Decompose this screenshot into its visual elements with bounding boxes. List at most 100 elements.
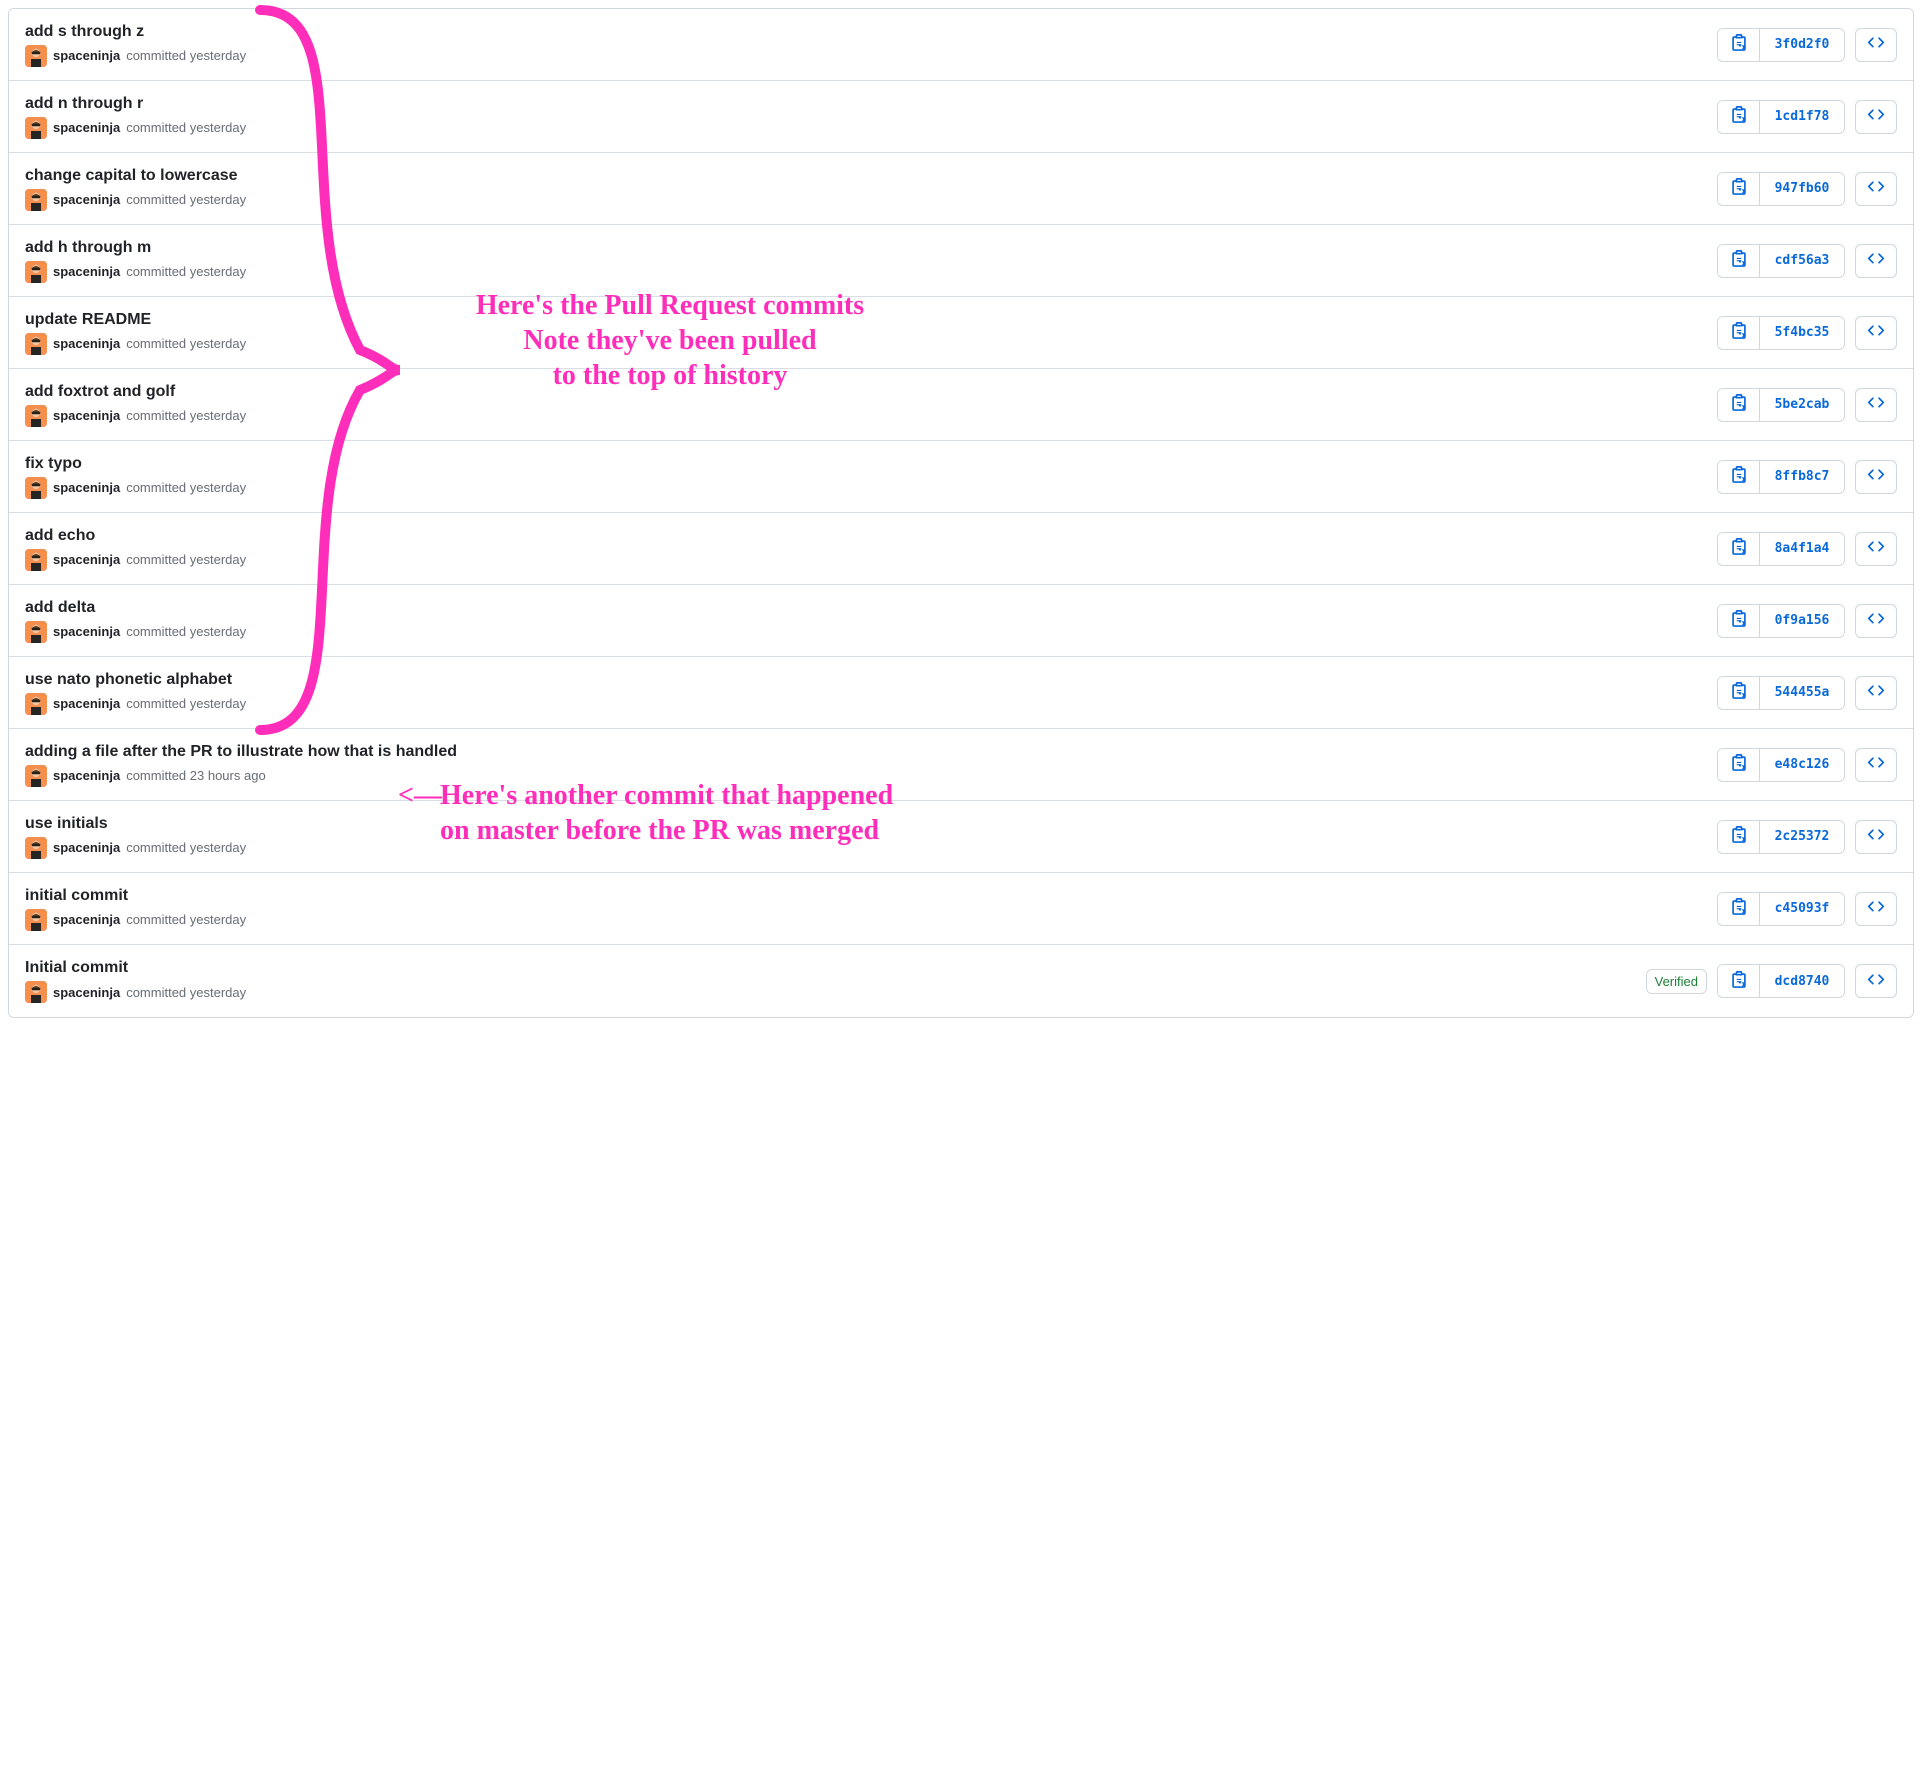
browse-repo-button[interactable] <box>1855 604 1897 638</box>
author-link[interactable]: spaceninja <box>53 912 120 927</box>
commit-title-link[interactable]: change capital to lowercase <box>25 167 1717 185</box>
copy-sha-button[interactable] <box>1718 245 1760 277</box>
commit-sha-link[interactable]: e48c126 <box>1760 749 1844 781</box>
author-link[interactable]: spaceninja <box>53 408 120 423</box>
copy-sha-button[interactable] <box>1718 965 1760 997</box>
commit-title-link[interactable]: add h through m <box>25 239 1717 257</box>
commit-title-link[interactable]: update README <box>25 311 1717 329</box>
commit-sha-link[interactable]: dcd8740 <box>1760 965 1844 997</box>
author-avatar[interactable] <box>25 261 47 283</box>
sha-group: 947fb60 <box>1717 172 1845 206</box>
author-link[interactable]: spaceninja <box>53 985 120 1000</box>
author-avatar[interactable] <box>25 837 47 859</box>
author-link[interactable]: spaceninja <box>53 120 120 135</box>
commit-meta: spaceninjacommitted 23 hours ago <box>25 765 1717 787</box>
author-link[interactable]: spaceninja <box>53 336 120 351</box>
commit-timestamp: committed yesterday <box>126 408 246 423</box>
author-link[interactable]: spaceninja <box>53 264 120 279</box>
copy-sha-button[interactable] <box>1718 821 1760 853</box>
author-link[interactable]: spaceninja <box>53 192 120 207</box>
copy-sha-button[interactable] <box>1718 677 1760 709</box>
commit-title-link[interactable]: initial commit <box>25 887 1717 905</box>
author-link[interactable]: spaceninja <box>53 696 120 711</box>
commit-sha-link[interactable]: 544455a <box>1760 677 1844 709</box>
commit-sha-link[interactable]: c45093f <box>1760 893 1844 925</box>
code-icon <box>1867 971 1885 992</box>
author-avatar[interactable] <box>25 621 47 643</box>
commit-sha-link[interactable]: 1cd1f78 <box>1760 101 1844 133</box>
browse-repo-button[interactable] <box>1855 100 1897 134</box>
commit-info: fix typo spaceninjacommitted yesterday <box>25 455 1717 499</box>
author-avatar[interactable] <box>25 45 47 67</box>
commit-info: add n through r spaceninjacommitted yest… <box>25 95 1717 139</box>
browse-repo-button[interactable] <box>1855 964 1897 998</box>
copy-sha-button[interactable] <box>1718 317 1760 349</box>
verified-badge[interactable]: Verified <box>1646 969 1707 994</box>
commit-sha-link[interactable]: cdf56a3 <box>1760 245 1844 277</box>
browse-repo-button[interactable] <box>1855 244 1897 278</box>
author-avatar[interactable] <box>25 189 47 211</box>
copy-sha-button[interactable] <box>1718 389 1760 421</box>
author-link[interactable]: spaceninja <box>53 840 120 855</box>
author-avatar[interactable] <box>25 981 47 1003</box>
commit-sha-link[interactable]: 2c25372 <box>1760 821 1844 853</box>
browse-repo-button[interactable] <box>1855 172 1897 206</box>
author-link[interactable]: spaceninja <box>53 768 120 783</box>
commit-title-link[interactable]: Initial commit <box>25 959 1646 977</box>
copy-sha-button[interactable] <box>1718 893 1760 925</box>
commit-sha-link[interactable]: 8ffb8c7 <box>1760 461 1844 493</box>
commit-title-link[interactable]: fix typo <box>25 455 1717 473</box>
copy-sha-button[interactable] <box>1718 461 1760 493</box>
browse-repo-button[interactable] <box>1855 28 1897 62</box>
commit-sha-link[interactable]: 0f9a156 <box>1760 605 1844 637</box>
copy-sha-button[interactable] <box>1718 173 1760 205</box>
copy-sha-button[interactable] <box>1718 29 1760 61</box>
copy-sha-button[interactable] <box>1718 533 1760 565</box>
commit-title-link[interactable]: add echo <box>25 527 1717 545</box>
copy-sha-button[interactable] <box>1718 749 1760 781</box>
browse-repo-button[interactable] <box>1855 748 1897 782</box>
commit-sha-link[interactable]: 947fb60 <box>1760 173 1844 205</box>
author-avatar[interactable] <box>25 477 47 499</box>
commit-actions: 8ffb8c7 <box>1717 460 1897 494</box>
browse-repo-button[interactable] <box>1855 388 1897 422</box>
copy-sha-button[interactable] <box>1718 605 1760 637</box>
author-avatar[interactable] <box>25 909 47 931</box>
clipboard-icon <box>1730 106 1748 127</box>
commit-title-link[interactable]: add foxtrot and golf <box>25 383 1717 401</box>
author-link[interactable]: spaceninja <box>53 624 120 639</box>
commit-meta: spaceninjacommitted yesterday <box>25 333 1717 355</box>
author-avatar[interactable] <box>25 405 47 427</box>
author-avatar[interactable] <box>25 333 47 355</box>
browse-repo-button[interactable] <box>1855 460 1897 494</box>
browse-repo-button[interactable] <box>1855 532 1897 566</box>
clipboard-icon <box>1730 754 1748 775</box>
commit-sha-link[interactable]: 8a4f1a4 <box>1760 533 1844 565</box>
commit-sha-link[interactable]: 5f4bc35 <box>1760 317 1844 349</box>
author-avatar[interactable] <box>25 693 47 715</box>
copy-sha-button[interactable] <box>1718 101 1760 133</box>
commit-title-link[interactable]: add delta <box>25 599 1717 617</box>
author-avatar[interactable] <box>25 117 47 139</box>
browse-repo-button[interactable] <box>1855 892 1897 926</box>
commit-title-link[interactable]: adding a file after the PR to illustrate… <box>25 743 1717 761</box>
commit-info: add echo spaceninjacommitted yesterday <box>25 527 1717 571</box>
commit-sha-link[interactable]: 3f0d2f0 <box>1760 29 1844 61</box>
commit-title-link[interactable]: add s through z <box>25 23 1717 41</box>
commit-info: Initial commit spaceninjacommitted yeste… <box>25 959 1646 1003</box>
author-avatar[interactable] <box>25 549 47 571</box>
commit-title-link[interactable]: use nato phonetic alphabet <box>25 671 1717 689</box>
author-link[interactable]: spaceninja <box>53 48 120 63</box>
commit-sha-link[interactable]: 5be2cab <box>1760 389 1844 421</box>
sha-group: 8ffb8c7 <box>1717 460 1845 494</box>
commit-title-link[interactable]: add n through r <box>25 95 1717 113</box>
sha-group: 2c25372 <box>1717 820 1845 854</box>
clipboard-icon <box>1730 178 1748 199</box>
author-link[interactable]: spaceninja <box>53 480 120 495</box>
browse-repo-button[interactable] <box>1855 676 1897 710</box>
commit-title-link[interactable]: use initials <box>25 815 1717 833</box>
author-link[interactable]: spaceninja <box>53 552 120 567</box>
browse-repo-button[interactable] <box>1855 820 1897 854</box>
browse-repo-button[interactable] <box>1855 316 1897 350</box>
author-avatar[interactable] <box>25 765 47 787</box>
